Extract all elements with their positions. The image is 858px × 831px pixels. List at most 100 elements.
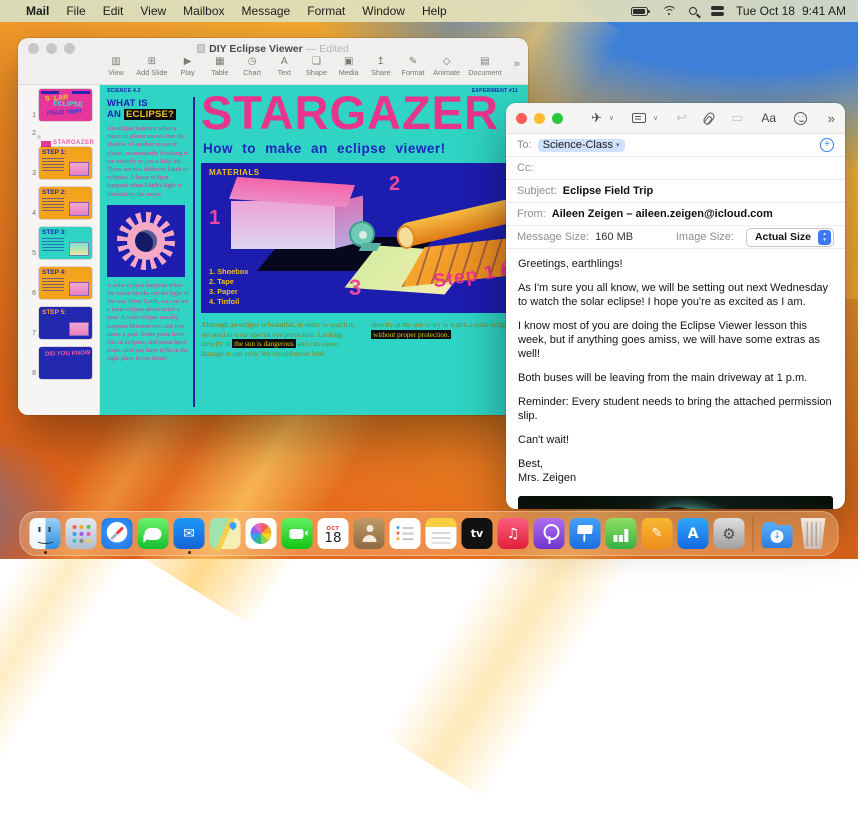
- slide-thumbnail-7[interactable]: 7 STEP 5:: [24, 307, 99, 339]
- reply-icon: ↩: [676, 112, 687, 125]
- dock-launchpad-icon[interactable]: [66, 518, 97, 549]
- shape-button[interactable]: ❏Shape: [304, 56, 328, 77]
- dock-contacts-icon[interactable]: [354, 518, 385, 549]
- list-item: As I'm sure you all know, we will be set…: [518, 282, 833, 310]
- dock-calendar-icon[interactable]: OCT18: [318, 518, 349, 549]
- slide-thumbnail-1[interactable]: 1 S◌LAR ECLIPSE FIELD TRIP!: [24, 89, 99, 121]
- list-item: Reminder: Every student needs to bring t…: [518, 396, 833, 424]
- column-divider: [193, 97, 195, 407]
- message-size-value: 160 MB: [595, 231, 633, 243]
- sun-illustration: [107, 205, 185, 277]
- slide-bottom-text: Although an eclipse is beautiful, in ord…: [201, 320, 528, 359]
- slide-thumbnail-4[interactable]: 4 STEP 2:: [24, 187, 99, 219]
- dock-podcasts-icon[interactable]: [534, 518, 565, 549]
- header-fields-chevron-icon[interactable]: ∨: [653, 114, 658, 122]
- media-button[interactable]: ▣Media: [337, 56, 361, 77]
- menu-view[interactable]: View: [140, 4, 166, 18]
- close-button[interactable]: [516, 113, 527, 124]
- minimize-button[interactable]: [534, 113, 545, 124]
- dock-appletv-icon[interactable]: tv: [462, 518, 493, 549]
- dock-keynote-icon[interactable]: [570, 518, 601, 549]
- bottom-text-left: Although an eclipse is beautiful, in ord…: [201, 320, 359, 359]
- zoom-button[interactable]: [552, 113, 563, 124]
- slide-thumbnail-5[interactable]: 5 STEP 3:: [24, 227, 99, 259]
- list-item: Can't wait!: [518, 434, 833, 448]
- keynote-titlebar[interactable]: DIY Eclipse Viewer — Edited: [18, 38, 528, 55]
- document-proxy-icon[interactable]: [197, 44, 205, 53]
- dock-settings-icon[interactable]: ⚙: [714, 518, 745, 549]
- slide-thumbnail-8[interactable]: 8 DID YOU KNOW: [24, 347, 99, 379]
- from-field[interactable]: From: Aileen Zeigen – aileen.zeigen@iclo…: [506, 203, 845, 226]
- dock-music-icon[interactable]: ♫: [498, 518, 529, 549]
- chart-button[interactable]: ◷Chart: [240, 56, 264, 77]
- subject-field[interactable]: Subject: Eclipse Field Trip: [506, 180, 845, 203]
- header-fields-icon[interactable]: [632, 113, 646, 123]
- toolbar-overflow-icon[interactable]: »: [514, 58, 520, 70]
- share-button[interactable]: ↥Share: [369, 56, 393, 77]
- dock-finder-icon[interactable]: [30, 518, 61, 549]
- slide-thumbnail-2-selected[interactable]: 2 STARGAZER: [24, 129, 99, 139]
- document-button[interactable]: ▤Document: [468, 56, 501, 77]
- battery-icon[interactable]: [631, 4, 648, 18]
- send-options-chevron-icon[interactable]: ∨: [609, 114, 614, 122]
- dock-photos-icon[interactable]: [246, 518, 277, 549]
- dock-reminders-icon[interactable]: [390, 518, 421, 549]
- slide-thumbnail-6[interactable]: 6 STEP 4:: [24, 267, 99, 299]
- menu-mailbox[interactable]: Mailbox: [183, 4, 224, 18]
- message-body[interactable]: Greetings, earthlings!As I'm sure you al…: [506, 249, 845, 486]
- send-icon[interactable]: ✈: [591, 112, 602, 125]
- dock-downloads-icon[interactable]: ↓: [762, 525, 793, 548]
- select-stepper-icon: ▴▾: [818, 230, 831, 245]
- dock-facetime-icon[interactable]: [282, 518, 313, 549]
- what-is-heading: WHAT ISAN ECLIPSE?: [107, 98, 189, 120]
- recipient-token[interactable]: Science-Class▾: [538, 139, 625, 152]
- toolbar-overflow-icon[interactable]: »: [828, 111, 835, 126]
- format-text-button[interactable]: Aa: [761, 111, 776, 125]
- add-slide-button[interactable]: ⊞Add Slide: [136, 56, 167, 77]
- menu-time[interactable]: 9:41 AM: [802, 4, 846, 18]
- menu-app-name[interactable]: Mail: [26, 4, 49, 18]
- slide-canvas[interactable]: SCIENCE 4.2 EXPERIMENT #11 WHAT ISAN ECL…: [100, 85, 528, 415]
- play-button[interactable]: ▶Play: [176, 56, 200, 77]
- text-button[interactable]: AText: [272, 56, 296, 77]
- cc-field[interactable]: Cc:: [506, 157, 845, 180]
- dock-safari-icon[interactable]: [102, 518, 133, 549]
- format-button[interactable]: ✎Format: [401, 56, 425, 77]
- dock-messages-icon[interactable]: [138, 518, 169, 549]
- subject-value: Eclipse Field Trip: [563, 185, 653, 197]
- wifi-icon[interactable]: [662, 4, 675, 18]
- dock-trash-icon[interactable]: [798, 518, 829, 549]
- menu-window[interactable]: Window: [362, 4, 405, 18]
- dock: ✉ OCT18 tv ♫ ✎ A ⚙ ↓: [20, 511, 839, 556]
- table-icon: ▦: [215, 56, 224, 67]
- control-center-icon[interactable]: [711, 4, 724, 18]
- dock-mail-icon[interactable]: ✉: [174, 518, 205, 549]
- menu-format[interactable]: Format: [307, 4, 345, 18]
- emoji-icon[interactable]: [794, 112, 807, 125]
- menu-help[interactable]: Help: [422, 4, 447, 18]
- menu-edit[interactable]: Edit: [103, 4, 124, 18]
- mail-toolbar[interactable]: ✈ ∨ ∨ ↩ ▭ Aa »: [506, 103, 845, 134]
- slide-thumbnail-3[interactable]: 3 STEP 1:: [24, 147, 99, 179]
- attach-icon[interactable]: [702, 110, 716, 125]
- menu-file[interactable]: File: [66, 4, 85, 18]
- dock-pages-icon[interactable]: ✎: [642, 518, 673, 549]
- materials-list: 1. Shoebox2. Tape3. Paper4. Tinfoil: [209, 267, 248, 307]
- image-size-select[interactable]: Actual Size ▴▾: [746, 228, 834, 247]
- spotlight-icon[interactable]: [689, 4, 697, 18]
- animate-button[interactable]: ◇Animate: [433, 56, 460, 77]
- to-field[interactable]: To: Science-Class▾ +: [506, 134, 845, 157]
- view-button[interactable]: ▥View: [104, 56, 128, 77]
- bottom-text-right: directly at the sun or try to watch a so…: [371, 320, 528, 359]
- add-recipient-icon[interactable]: +: [820, 138, 834, 152]
- table-button[interactable]: ▦Table: [208, 56, 232, 77]
- menu-date[interactable]: Tue Oct 18: [736, 4, 795, 18]
- dock-maps-icon[interactable]: [210, 518, 241, 549]
- menu-message[interactable]: Message: [242, 4, 291, 18]
- animate-icon: ◇: [443, 56, 451, 67]
- eclipse-photo-attachment[interactable]: [518, 496, 833, 509]
- menu-bar: Mail File Edit View Mailbox Message Form…: [0, 0, 858, 22]
- dock-notes-icon[interactable]: [426, 518, 457, 549]
- dock-numbers-icon[interactable]: [606, 518, 637, 549]
- dock-appstore-icon[interactable]: A: [678, 518, 709, 549]
